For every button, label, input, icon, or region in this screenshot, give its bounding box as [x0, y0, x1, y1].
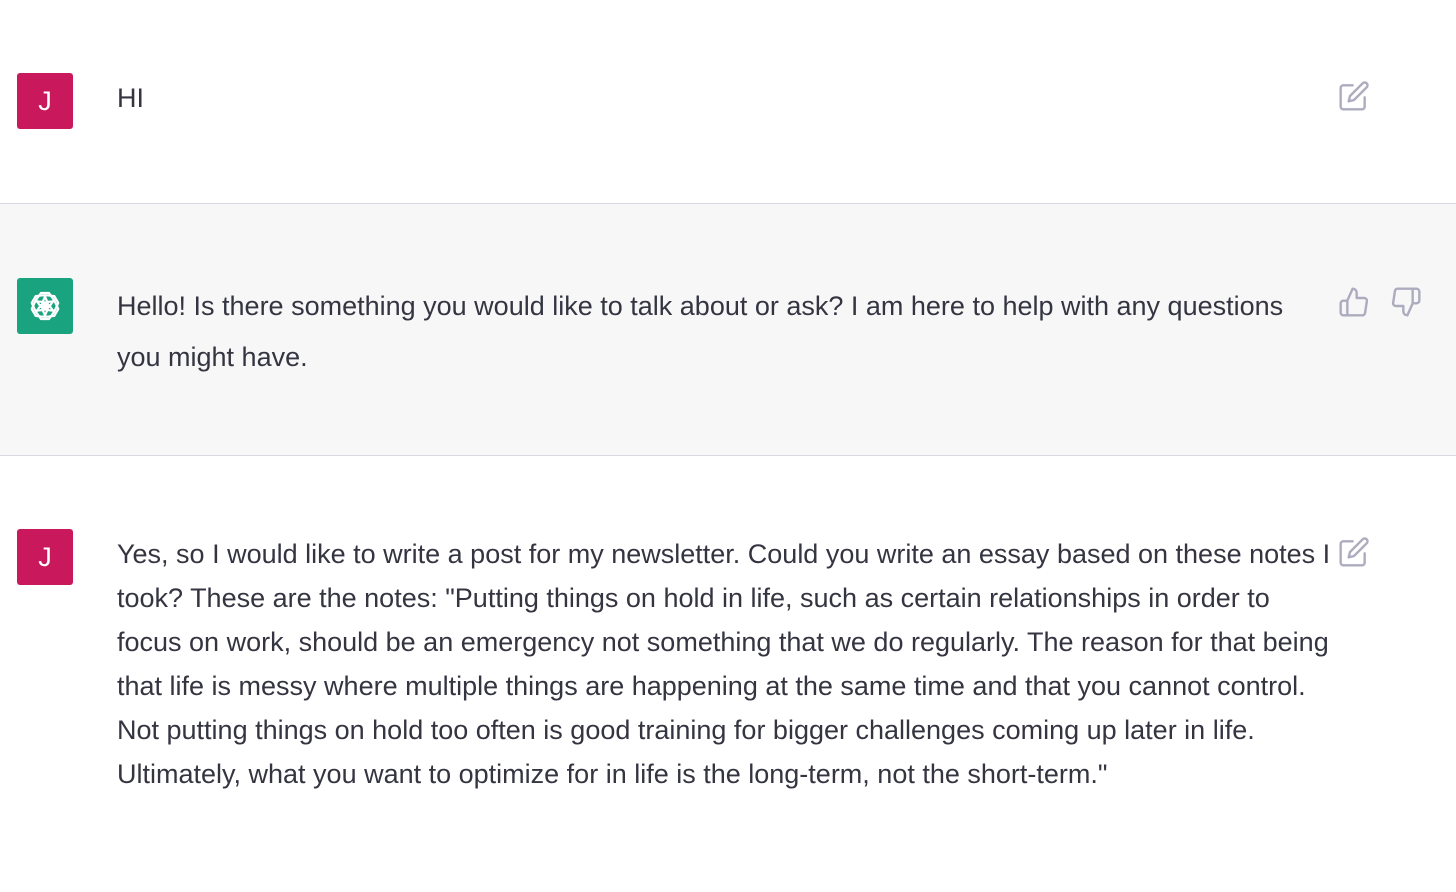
avatar-initial: J: [38, 85, 52, 116]
user-message: J HI: [0, 0, 1456, 203]
message-text: Yes, so I would like to write a post for…: [117, 539, 1331, 789]
thumbs-down-icon[interactable]: [1390, 286, 1422, 318]
edit-icon[interactable]: [1338, 80, 1370, 112]
thumbs-up-icon[interactable]: [1338, 286, 1370, 318]
user-avatar: J: [17, 73, 73, 129]
user-message: J Yes, so I would like to write a post f…: [0, 456, 1456, 892]
openai-logo-icon: [17, 278, 73, 334]
message-text: HI: [117, 83, 144, 113]
avatar-initial: J: [38, 541, 52, 572]
assistant-message: Hello! Is there something you would like…: [0, 203, 1456, 456]
message-text: Hello! Is there something you would like…: [117, 291, 1284, 372]
user-avatar: J: [17, 529, 73, 585]
chat-thread: J HI Hello! Is there something you would…: [0, 0, 1456, 892]
edit-icon[interactable]: [1338, 536, 1370, 568]
